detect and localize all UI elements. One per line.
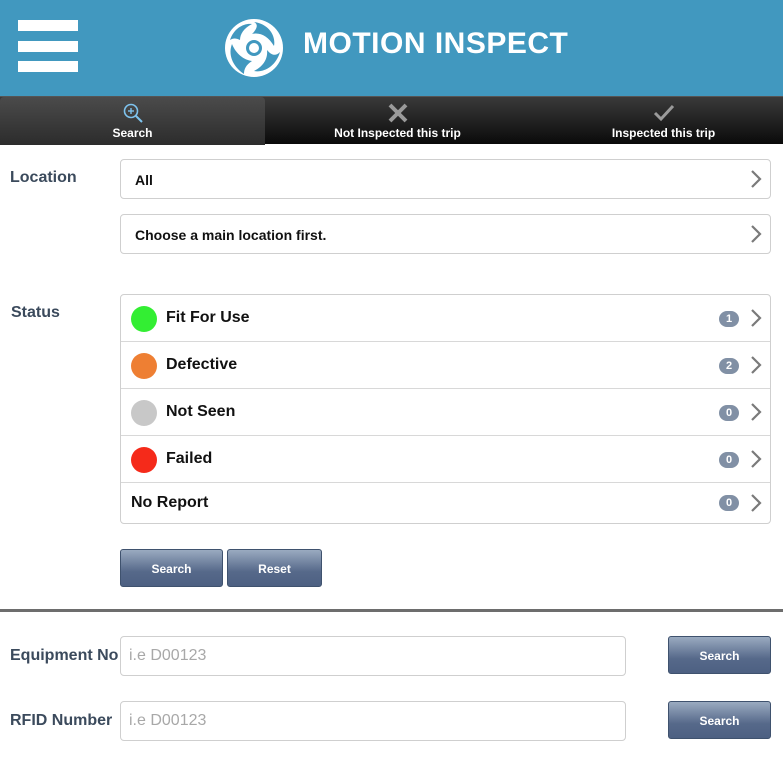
count-badge: 0 [719, 495, 739, 511]
status-dot [131, 306, 157, 332]
reset-button[interactable]: Reset [227, 549, 322, 587]
location-select[interactable]: All [120, 159, 771, 199]
tab-inspected-label: Inspected this trip [611, 126, 716, 140]
count-badge: 2 [719, 358, 739, 374]
sub-location-select[interactable]: Choose a main location first. [120, 214, 771, 254]
status-row-defective[interactable]: Defective 2 [121, 342, 770, 389]
count-badge: 0 [719, 452, 739, 468]
filter-search-button[interactable]: Search [120, 549, 223, 587]
tab-bar: Search Not Inspected this trip Inspected… [0, 96, 783, 145]
tab-not-inspected-label: Not Inspected this trip [334, 126, 461, 140]
status-row-label: Defective [166, 356, 238, 373]
status-list: Fit For Use 1 Defective 2 Not Seen 0 Fai… [120, 294, 771, 524]
chevron-right-icon [751, 309, 762, 327]
chevron-right-icon [751, 225, 762, 243]
count-badge: 1 [719, 311, 739, 327]
sub-location-select-value: Choose a main location first. [135, 227, 327, 243]
chevron-right-icon [751, 356, 762, 374]
x-icon [388, 103, 407, 123]
equipment-no-label: Equipment No [10, 647, 119, 664]
count-badge: 0 [719, 405, 739, 421]
zoom-in-icon [123, 103, 143, 123]
rfid-search-button[interactable]: Search [668, 701, 771, 739]
equipment-no-input[interactable] [120, 636, 626, 676]
checkmark-icon [653, 104, 674, 122]
status-dot [131, 353, 157, 379]
tab-search[interactable]: Search [0, 97, 265, 145]
tab-not-inspected[interactable]: Not Inspected this trip [265, 97, 530, 145]
hamburger-menu-icon[interactable] [18, 20, 78, 72]
location-select-value: All [135, 172, 153, 188]
app-title: MOTION INSPECT [303, 27, 569, 60]
status-row-not-seen[interactable]: Not Seen 0 [121, 389, 770, 436]
status-dot [131, 400, 157, 426]
location-label: Location [10, 169, 77, 186]
chevron-right-icon [751, 494, 762, 512]
status-label: Status [11, 304, 60, 321]
status-row-fit-for-use[interactable]: Fit For Use 1 [121, 295, 770, 342]
status-row-label: Failed [166, 450, 213, 467]
swirl-logo-icon [225, 19, 283, 77]
chevron-right-icon [751, 450, 762, 468]
rfid-number-input[interactable] [120, 701, 626, 741]
section-divider [0, 609, 783, 612]
chevron-right-icon [751, 170, 762, 188]
status-dot [131, 447, 157, 473]
status-row-label: Fit For Use [166, 309, 250, 326]
status-row-label: Not Seen [166, 403, 236, 420]
status-row-failed[interactable]: Failed 0 [121, 436, 770, 483]
app-header: MOTION INSPECT [0, 0, 783, 96]
tab-search-label: Search [112, 126, 153, 140]
tab-inspected[interactable]: Inspected this trip [531, 97, 783, 145]
rfid-number-label: RFID Number [10, 712, 113, 729]
equipment-search-button[interactable]: Search [668, 636, 771, 674]
chevron-right-icon [751, 403, 762, 421]
status-row-no-report[interactable]: No Report 0 [121, 483, 770, 524]
status-row-label: No Report [131, 494, 209, 511]
